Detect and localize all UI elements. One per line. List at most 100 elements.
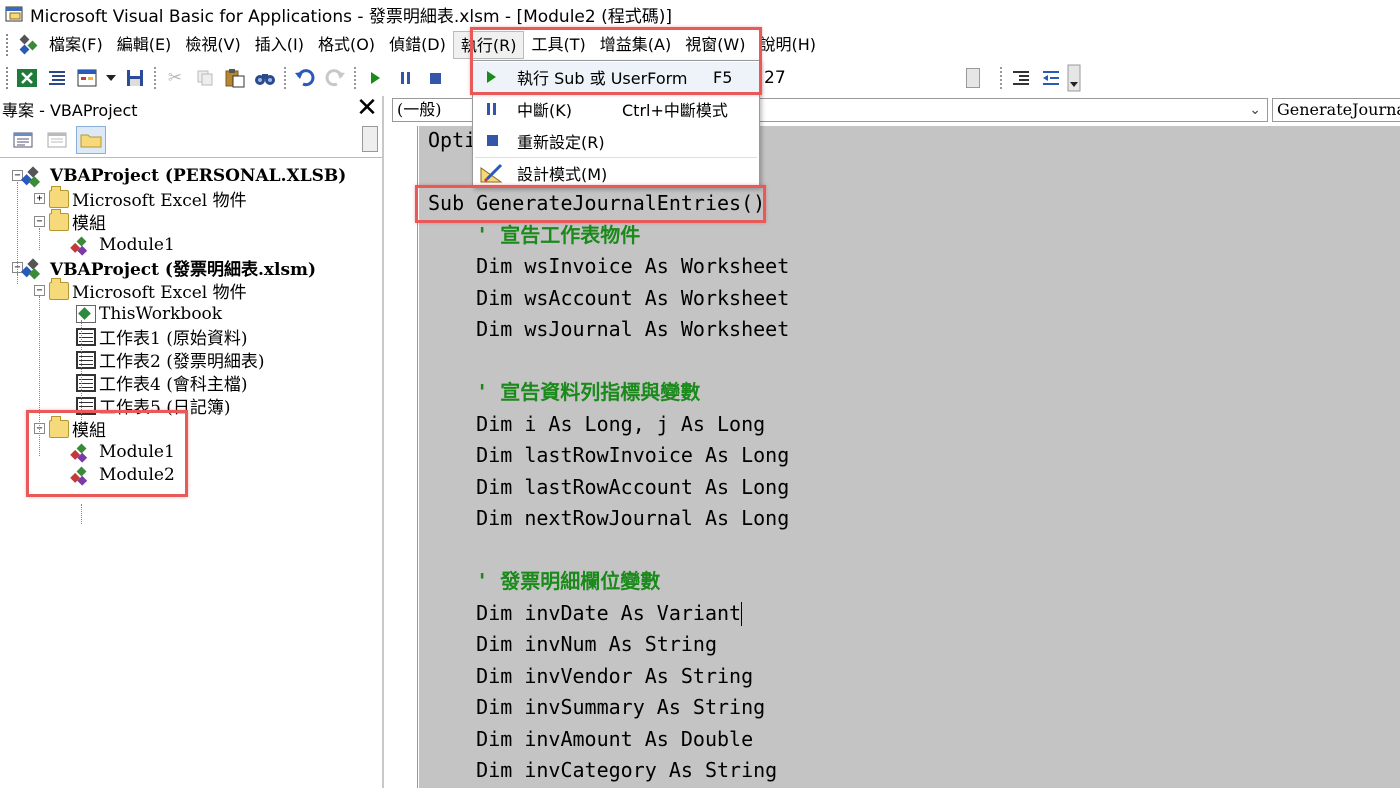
title-bar: Microsoft Visual Basic for Applications …: [0, 0, 1400, 28]
tree-item[interactable]: − Microsoft Excel 物件: [34, 277, 247, 303]
menu-item-label: 中斷(K): [517, 101, 572, 120]
tree-connector: [17, 274, 18, 284]
undo-icon[interactable]: [290, 64, 320, 92]
save-icon[interactable]: [120, 64, 150, 92]
menu-item-design-mode[interactable]: 設計模式(M): [473, 158, 759, 188]
code-line[interactable]: Dim wsJournal As Worksheet: [428, 315, 789, 343]
code-comment-line[interactable]: ' 發票明細欄位變數: [428, 567, 660, 595]
run-icon[interactable]: [360, 64, 390, 92]
view-code-icon[interactable]: [8, 126, 38, 154]
code-line-text: ' 宣告資料列指標與變數: [428, 380, 701, 404]
cut-icon[interactable]: ✂: [160, 64, 190, 92]
expand-icon[interactable]: +: [34, 193, 45, 204]
tree-item-label: VBAProject (發票明細表.xlsm): [50, 260, 317, 280]
tree-item[interactable]: Module1: [76, 233, 175, 256]
code-line[interactable]: Dim invNum As String: [428, 630, 717, 658]
procedure-combo-value: GenerateJournalEntries: [1277, 100, 1400, 119]
menu-edit[interactable]: 編輯(E): [110, 31, 179, 59]
code-line[interactable]: Dim invCategory As String: [428, 756, 777, 784]
code-comment-line[interactable]: ' 宣告資料列指標與變數: [428, 378, 700, 406]
collapse-icon[interactable]: −: [34, 285, 45, 296]
copy-icon[interactable]: [190, 64, 220, 92]
code-line-text: Dim invVendor As String: [428, 663, 754, 688]
break-icon: [479, 99, 505, 119]
reset-icon[interactable]: [420, 64, 450, 92]
collapse-icon[interactable]: −: [34, 216, 45, 227]
sheet-icon: [76, 373, 96, 392]
folder-icon: [49, 277, 69, 300]
code-line[interactable]: Dim invVendor As String: [428, 662, 753, 690]
vba-project-menu-icon: [16, 33, 42, 57]
code-line-text: Dim wsJournal As Worksheet: [428, 317, 790, 341]
code-line[interactable]: Dim wsInvoice As Worksheet: [428, 252, 789, 280]
tree-item[interactable]: − VBAProject (PERSONAL.XLSB): [12, 164, 346, 187]
menu-item-break[interactable]: 中斷(K) Ctrl+中斷模式: [473, 94, 759, 124]
menu-help[interactable]: 說明(H): [753, 31, 824, 59]
menu-format[interactable]: 格式(O): [311, 31, 382, 59]
sheet-icon: [76, 327, 96, 346]
dropdown-arrow-icon[interactable]: [102, 64, 120, 92]
procedure-combo[interactable]: GenerateJournalEntries: [1272, 98, 1400, 122]
tree-item[interactable]: − 模組: [34, 208, 106, 234]
code-line[interactable]: Dim nextRowJournal As Long: [428, 504, 789, 532]
redo-icon[interactable]: [320, 64, 350, 92]
menu-insert[interactable]: 插入(I): [248, 31, 311, 59]
code-line[interactable]: Dim i As Long, j As Long: [428, 410, 765, 438]
code-line-text: ' 宣告工作表物件: [428, 222, 641, 247]
menu-view[interactable]: 檢視(V): [178, 31, 247, 59]
code-line-text: Dim nextRowJournal As Long: [428, 506, 790, 530]
code-line[interactable]: Dim lastRowInvoice As Long: [428, 441, 789, 469]
window-title: Microsoft Visual Basic for Applications …: [30, 6, 673, 27]
code-line[interactable]: Dim lastRowAccount As Long: [428, 473, 789, 501]
break-icon[interactable]: [390, 64, 420, 92]
toggle-folders-icon[interactable]: [76, 125, 106, 154]
find-icon[interactable]: [250, 64, 280, 92]
code-line[interactable]: Dim wsAccount As Worksheet: [428, 284, 789, 312]
toolbar-overflow-icon[interactable]: [362, 126, 378, 152]
paste-icon[interactable]: [220, 64, 250, 92]
code-line[interactable]: Dim invDate As Variant: [428, 599, 743, 627]
chevron-down-icon[interactable]: ⌄: [1249, 99, 1261, 121]
tree-item[interactable]: 工作表2 (發票明細表): [76, 348, 264, 372]
toolbar-overflow-icon[interactable]: [1066, 64, 1082, 92]
view-object-icon[interactable]: [42, 126, 72, 154]
collapse-icon[interactable]: −: [12, 170, 23, 181]
folder-icon: [49, 208, 69, 231]
highlight-module-folder: [26, 410, 188, 497]
location-display: 27: [760, 64, 986, 92]
margin-indicator-bar[interactable]: [388, 126, 418, 788]
code-line[interactable]: Dim invSummary As String: [428, 693, 765, 721]
tree-item-label: Microsoft Excel 物件: [72, 191, 247, 211]
tree-item[interactable]: ThisWorkbook: [76, 302, 222, 325]
menu-debug[interactable]: 偵錯(D): [382, 31, 453, 59]
vba-app-icon: [4, 3, 26, 25]
toolbar-separator: [1000, 67, 1002, 89]
userform-icon[interactable]: [72, 64, 102, 92]
excel-icon[interactable]: [12, 64, 42, 92]
menu-file[interactable]: 檔案(F): [42, 31, 110, 59]
highlight-run-menu: [470, 27, 762, 95]
tree-item-label: 工作表4 (會科主檔): [99, 375, 248, 395]
tree-connector: [81, 504, 82, 524]
tree-item-label: 模組: [72, 214, 106, 234]
outdent-icon[interactable]: [1036, 64, 1066, 92]
indent-icon[interactable]: [1006, 64, 1036, 92]
tree-item[interactable]: − VBAProject (發票明細表.xlsm): [12, 256, 317, 280]
project-icon: [27, 259, 47, 277]
tree-item-label: 工作表1 (原始資料): [99, 329, 248, 349]
tree-item[interactable]: + Microsoft Excel 物件: [34, 185, 247, 211]
code-line[interactable]: Opti: [428, 126, 476, 154]
code-line[interactable]: Dim invAmount As Double: [428, 725, 753, 753]
code-editor[interactable]: Opti Sub GenerateJournalEntries() ' 宣告工作表…: [419, 126, 1400, 788]
code-comment-line[interactable]: ' 宣告工作表物件: [428, 221, 640, 249]
insert-module-icon[interactable]: [42, 64, 72, 92]
tree-item[interactable]: 工作表4 (會科主檔): [76, 371, 248, 395]
close-icon[interactable]: ✕: [352, 95, 382, 123]
toolbar-dropdown-arrow[interactable]: [966, 68, 980, 88]
menu-item-reset[interactable]: 重新設定(R): [473, 126, 759, 156]
design-mode-icon: [479, 163, 505, 183]
toolbar-grip[interactable]: [6, 34, 12, 56]
tree-item[interactable]: 工作表1 (原始資料): [76, 325, 248, 349]
edit-toolbar: [996, 62, 1082, 94]
tree-connector: [39, 228, 40, 250]
